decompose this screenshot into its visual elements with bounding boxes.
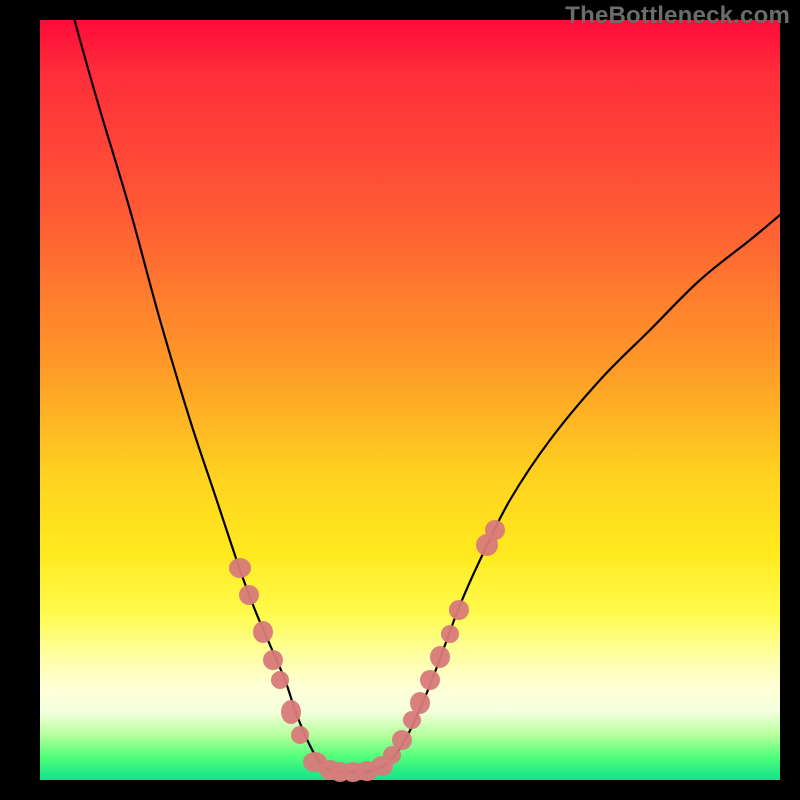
watermark-text: TheBottleneck.com bbox=[565, 2, 790, 30]
curve-marker bbox=[449, 600, 469, 620]
curve-marker bbox=[420, 670, 440, 690]
marker-group bbox=[229, 520, 505, 782]
curve-marker bbox=[263, 650, 283, 670]
chart-frame: TheBottleneck.com bbox=[0, 0, 800, 800]
curve-marker bbox=[392, 730, 412, 750]
curve-marker bbox=[253, 621, 273, 643]
curve-marker bbox=[485, 520, 505, 540]
curve-marker bbox=[291, 726, 309, 744]
curve-marker bbox=[271, 671, 289, 689]
curve-marker bbox=[229, 558, 251, 578]
curve-marker bbox=[410, 692, 430, 714]
curve-marker bbox=[441, 625, 459, 643]
curve-marker bbox=[430, 646, 450, 668]
v-curve-line bbox=[64, 0, 780, 772]
chart-svg bbox=[40, 20, 780, 780]
curve-marker bbox=[239, 585, 259, 605]
curve-marker bbox=[281, 700, 301, 724]
